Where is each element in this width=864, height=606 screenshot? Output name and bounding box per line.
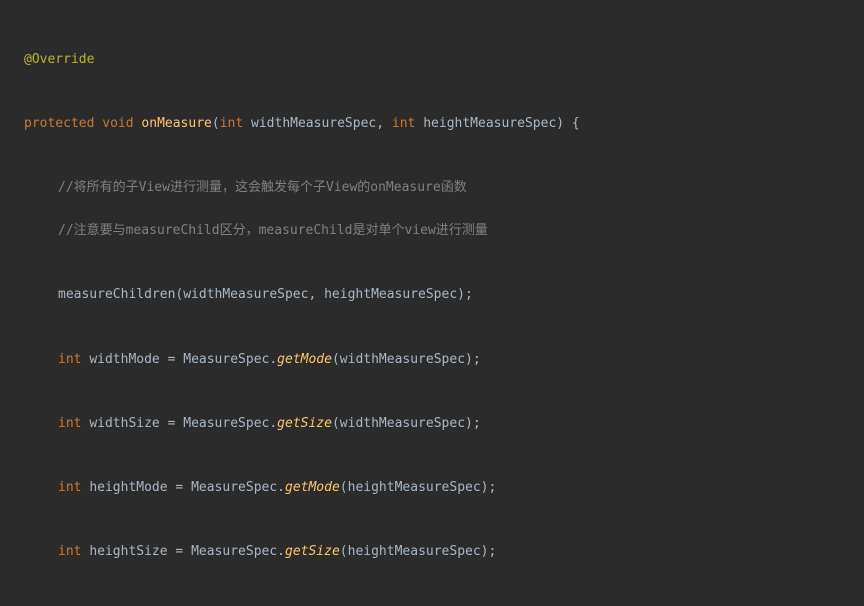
code-line: protected void onMeasure(int widthMeasur… — [0, 113, 864, 134]
code-line: //注意要与measureChild区分，measureChild是对单个vie… — [0, 220, 864, 241]
method-name: onMeasure — [141, 116, 211, 131]
code-editor[interactable]: @Override protected void onMeasure(int w… — [0, 0, 864, 606]
code-line: //将所有的子View进行测量，这会触发每个子View的onMeasure函数 — [0, 177, 864, 198]
annotation: @Override — [24, 52, 94, 67]
code-line: measureChildren(widthMeasureSpec, height… — [0, 284, 864, 305]
code-line: int widthSize = MeasureSpec.getSize(widt… — [0, 413, 864, 434]
code-line: @Override — [0, 49, 864, 70]
code-line: int widthMode = MeasureSpec.getMode(widt… — [0, 349, 864, 370]
code-line: int heightSize = MeasureSpec.getSize(hei… — [0, 541, 864, 562]
code-line: int heightMode = MeasureSpec.getMode(hei… — [0, 477, 864, 498]
